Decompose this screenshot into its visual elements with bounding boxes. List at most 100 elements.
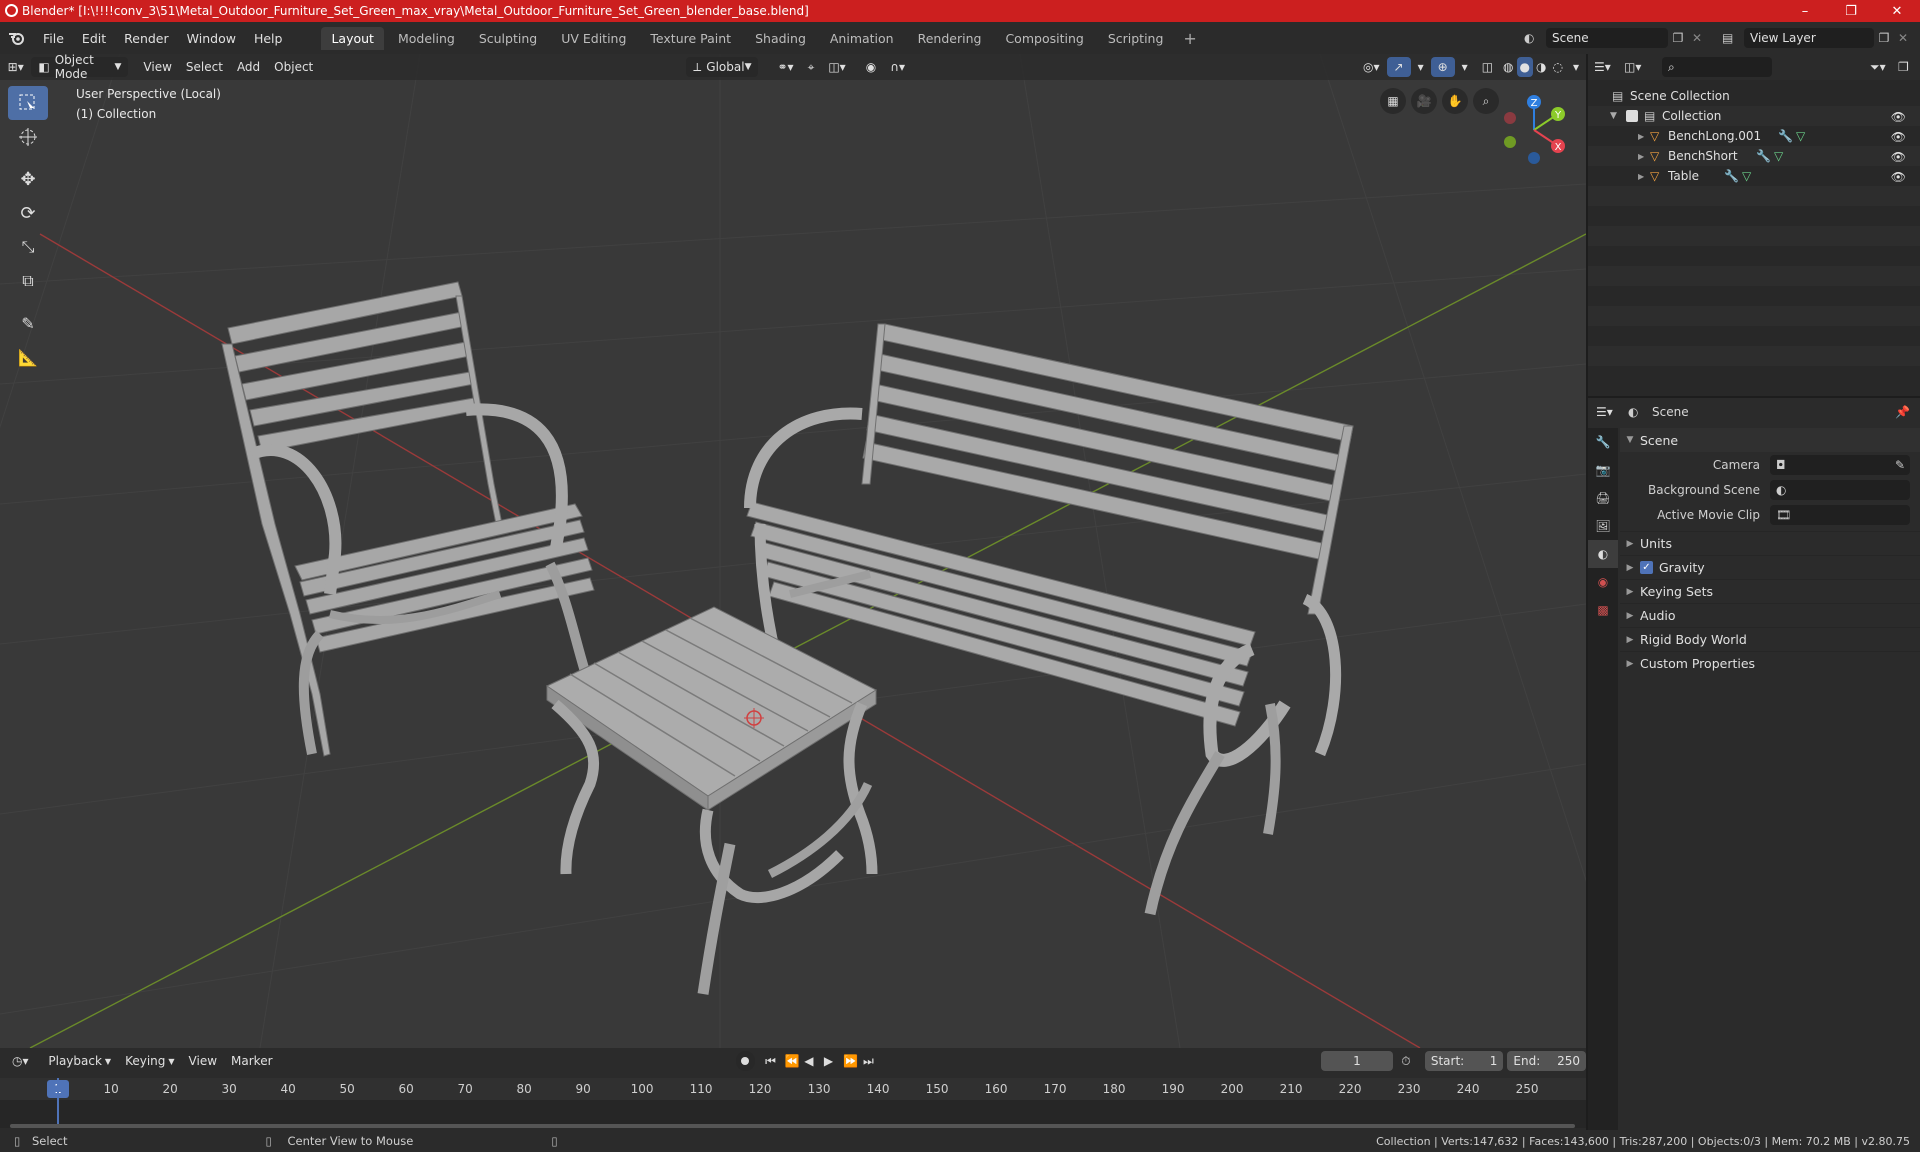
- panel-keying-sets[interactable]: ▶ Keying Sets: [1620, 579, 1920, 603]
- remove-scene-icon[interactable]: ✕: [1688, 31, 1706, 45]
- mesh-data-icon[interactable]: ▽: [1796, 129, 1805, 143]
- tab-scripting[interactable]: Scripting: [1098, 27, 1174, 50]
- play-icon[interactable]: ▶: [824, 1054, 844, 1068]
- modifier-wrench-icon[interactable]: 🔧: [1756, 149, 1774, 163]
- outliner-row-object[interactable]: ▶ ▽ BenchShort 🔧 ▽ 👁: [1588, 146, 1920, 166]
- expand-arrow-icon[interactable]: ▼: [1610, 111, 1626, 121]
- gizmo-dropdown-icon[interactable]: ▾: [1411, 57, 1431, 77]
- tab-compositing[interactable]: Compositing: [995, 27, 1093, 50]
- solid-shading-icon[interactable]: ●: [1516, 57, 1533, 77]
- object-mode-dropdown[interactable]: ◧ Object Mode ▼: [31, 54, 129, 81]
- scale-tool[interactable]: ⤡: [8, 230, 48, 264]
- camera-view-icon[interactable]: 🎥: [1411, 88, 1437, 114]
- visibility-icon[interactable]: ◎▾: [1356, 57, 1387, 77]
- texture-tab-icon[interactable]: ▩: [1588, 596, 1618, 624]
- stopwatch-icon[interactable]: ⏱: [1401, 1054, 1421, 1069]
- panel-scene-header[interactable]: ▼ Scene: [1620, 428, 1920, 452]
- new-view-layer-icon[interactable]: ❐: [1874, 31, 1894, 45]
- eye-icon[interactable]: 👁: [1891, 130, 1906, 144]
- proportional-edit-icon[interactable]: ◉: [859, 57, 883, 77]
- panel-custom-properties[interactable]: ▶ Custom Properties: [1620, 651, 1920, 675]
- timeline-track[interactable]: [0, 1078, 1586, 1128]
- eye-icon[interactable]: 👁: [1891, 170, 1906, 184]
- rotate-tool[interactable]: ⟳: [8, 196, 48, 230]
- panel-gravity[interactable]: ▶ ✓ Gravity: [1620, 555, 1920, 579]
- world-tab-icon[interactable]: ◉: [1588, 568, 1618, 596]
- modifier-wrench-icon[interactable]: 🔧: [1724, 169, 1742, 183]
- outliner-row-scene-collection[interactable]: ▤ Scene Collection: [1588, 86, 1920, 106]
- display-mode-icon[interactable]: ◫▾: [1624, 60, 1658, 74]
- snap-target-icon[interactable]: ◫▾: [821, 57, 852, 77]
- modifier-wrench-icon[interactable]: 🔧: [1778, 129, 1796, 143]
- eyedropper-icon[interactable]: ✎: [1895, 458, 1905, 472]
- transform-orientation-dropdown[interactable]: ⟂ Global ▼: [686, 57, 759, 77]
- expand-arrow-icon[interactable]: ▶: [1638, 172, 1650, 181]
- overlay-dropdown-icon[interactable]: ▾: [1455, 57, 1475, 77]
- marker-menu[interactable]: Marker: [224, 1051, 279, 1071]
- tab-shading[interactable]: Shading: [745, 27, 816, 50]
- new-collection-icon[interactable]: ❐: [1898, 60, 1920, 74]
- editor-type-icon[interactable]: ⊞▾: [0, 60, 31, 74]
- maximize-button[interactable]: ❐: [1828, 0, 1874, 22]
- play-reverse-icon[interactable]: ◀: [804, 1054, 824, 1068]
- select-box-tool[interactable]: [8, 86, 48, 120]
- menu-help[interactable]: Help: [245, 31, 292, 46]
- active-movie-clip-field[interactable]: 🎞: [1770, 504, 1910, 525]
- eye-icon[interactable]: 👁: [1891, 110, 1906, 124]
- blender-menu-icon[interactable]: [0, 30, 34, 46]
- pan-hand-icon[interactable]: ✋: [1442, 88, 1468, 114]
- falloff-icon[interactable]: ∩▾: [883, 57, 912, 77]
- tab-modeling[interactable]: Modeling: [388, 27, 465, 50]
- end-frame-field[interactable]: End: 250: [1507, 1051, 1586, 1071]
- pivot-point-icon[interactable]: ⚭▾: [770, 57, 800, 77]
- timeline-ruler[interactable]: 1102030405060708090100110120130140150160…: [0, 1078, 1586, 1100]
- move-tool[interactable]: ✥: [8, 162, 48, 196]
- gravity-checkbox[interactable]: ✓: [1640, 561, 1653, 574]
- mesh-data-icon[interactable]: ▽: [1774, 149, 1783, 163]
- background-scene-field[interactable]: ◐: [1770, 479, 1910, 500]
- navigation-gizmo[interactable]: Z Y X: [1494, 90, 1574, 170]
- expand-arrow-icon[interactable]: ▶: [1638, 152, 1650, 161]
- overlay-icon[interactable]: ⊕: [1430, 57, 1455, 77]
- scene-name-field[interactable]: Scene: [1546, 28, 1668, 48]
- menu-render[interactable]: Render: [115, 31, 178, 46]
- tab-sculpting[interactable]: Sculpting: [469, 27, 547, 50]
- tab-texture-paint[interactable]: Texture Paint: [640, 27, 741, 50]
- jump-start-icon[interactable]: ⏮: [765, 1054, 785, 1069]
- 3d-viewport[interactable]: ⊞▾ ◧ Object Mode ▼ View Select Add Object …: [0, 54, 1586, 1048]
- filter-icon[interactable]: ⏷▾: [1870, 60, 1898, 75]
- toggle-grid-icon[interactable]: ▦: [1380, 88, 1406, 114]
- view-layer-tab-icon[interactable]: 🖼: [1588, 512, 1618, 540]
- tab-uv-editing[interactable]: UV Editing: [551, 27, 636, 50]
- menu-edit[interactable]: Edit: [73, 31, 115, 46]
- menu-file[interactable]: File: [34, 31, 73, 46]
- outliner-row-object[interactable]: ▶ ▽ BenchLong.001 🔧 ▽ 👁: [1588, 126, 1920, 146]
- tab-animation[interactable]: Animation: [820, 27, 904, 50]
- wireframe-shading-icon[interactable]: ◍: [1500, 57, 1516, 77]
- render-tab-icon[interactable]: 📷: [1588, 456, 1618, 484]
- scene-icon[interactable]: ◐: [1524, 31, 1546, 45]
- view-menu[interactable]: View: [182, 1051, 224, 1071]
- xray-icon[interactable]: ◫: [1475, 57, 1500, 77]
- eye-icon[interactable]: 👁: [1891, 150, 1906, 164]
- new-scene-icon[interactable]: ❐: [1668, 31, 1688, 45]
- material-shading-icon[interactable]: ◑: [1533, 57, 1549, 77]
- outliner-row-collection[interactable]: ▼ ▤ Collection 👁: [1588, 106, 1920, 126]
- shading-dropdown-icon[interactable]: ▾: [1566, 57, 1586, 77]
- tab-rendering[interactable]: Rendering: [908, 27, 992, 50]
- properties-editor-icon[interactable]: ☰▾: [1588, 405, 1628, 419]
- next-keyframe-icon[interactable]: ⏩: [843, 1054, 863, 1068]
- outliner-row-object[interactable]: ▶ ▽ Table 🔧 ▽ 👁: [1588, 166, 1920, 186]
- view-layer-field[interactable]: View Layer: [1744, 28, 1874, 48]
- menu-add[interactable]: Add: [230, 57, 267, 77]
- panel-units[interactable]: ▶ Units: [1620, 531, 1920, 555]
- close-button[interactable]: ✕: [1874, 0, 1920, 22]
- viewport-scene[interactable]: [0, 54, 1586, 1048]
- add-workspace-button[interactable]: +: [1175, 29, 1204, 48]
- prev-keyframe-icon[interactable]: ⏪: [785, 1054, 805, 1068]
- outliner-search-input[interactable]: ⌕: [1662, 57, 1772, 77]
- collection-checkbox[interactable]: [1626, 110, 1638, 122]
- menu-object[interactable]: Object: [267, 57, 320, 77]
- menu-window[interactable]: Window: [178, 31, 245, 46]
- tab-layout[interactable]: Layout: [321, 26, 384, 50]
